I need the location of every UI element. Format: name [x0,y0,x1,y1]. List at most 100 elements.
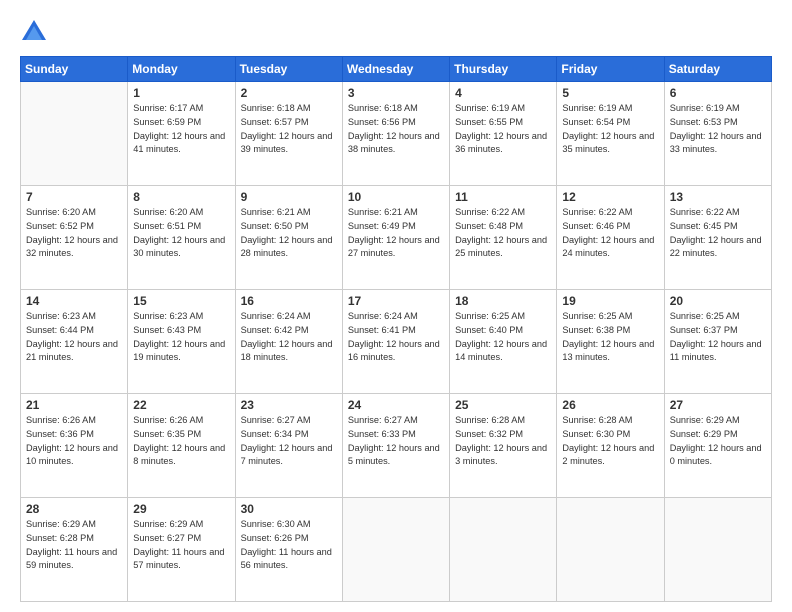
day-number: 10 [348,190,444,204]
weekday-header-monday: Monday [128,57,235,82]
day-info: Sunrise: 6:19 AMSunset: 6:53 PMDaylight:… [670,102,766,157]
calendar-cell: 7 Sunrise: 6:20 AMSunset: 6:52 PMDaylight… [21,186,128,290]
day-number: 25 [455,398,551,412]
week-row-4: 21 Sunrise: 6:26 AMSunset: 6:36 PMDayligh… [21,394,772,498]
day-info: Sunrise: 6:25 AMSunset: 6:37 PMDaylight:… [670,310,766,365]
day-number: 7 [26,190,122,204]
day-number: 30 [241,502,337,516]
day-number: 14 [26,294,122,308]
day-number: 23 [241,398,337,412]
logo [20,18,52,46]
logo-icon [20,18,48,46]
weekday-header-sunday: Sunday [21,57,128,82]
calendar-cell: 21 Sunrise: 6:26 AMSunset: 6:36 PMDayligh… [21,394,128,498]
day-info: Sunrise: 6:18 AMSunset: 6:56 PMDaylight:… [348,102,444,157]
calendar-cell [557,498,664,602]
day-info: Sunrise: 6:29 AMSunset: 6:29 PMDaylight:… [670,414,766,469]
day-number: 20 [670,294,766,308]
day-info: Sunrise: 6:27 AMSunset: 6:33 PMDaylight:… [348,414,444,469]
day-info: Sunrise: 6:22 AMSunset: 6:46 PMDaylight:… [562,206,658,261]
week-row-3: 14 Sunrise: 6:23 AMSunset: 6:44 PMDayligh… [21,290,772,394]
day-info: Sunrise: 6:19 AMSunset: 6:55 PMDaylight:… [455,102,551,157]
weekday-header-saturday: Saturday [664,57,771,82]
day-info: Sunrise: 6:28 AMSunset: 6:32 PMDaylight:… [455,414,551,469]
day-info: Sunrise: 6:28 AMSunset: 6:30 PMDaylight:… [562,414,658,469]
calendar: SundayMondayTuesdayWednesdayThursdayFrid… [20,56,772,602]
day-number: 12 [562,190,658,204]
day-number: 11 [455,190,551,204]
day-info: Sunrise: 6:18 AMSunset: 6:57 PMDaylight:… [241,102,337,157]
calendar-cell: 17Sunrise: 6:24 AMSunset: 6:41 PMDayligh… [342,290,449,394]
day-info: Sunrise: 6:20 AMSunset: 6:51 PMDaylight:… [133,206,229,261]
calendar-cell: 9 Sunrise: 6:21 AMSunset: 6:50 PMDaylight… [235,186,342,290]
weekday-header-row: SundayMondayTuesdayWednesdayThursdayFrid… [21,57,772,82]
day-number: 15 [133,294,229,308]
calendar-cell: 28 Sunrise: 6:29 AMSunset: 6:28 PMDayligh… [21,498,128,602]
calendar-cell: 8 Sunrise: 6:20 AMSunset: 6:51 PMDaylight… [128,186,235,290]
day-info: Sunrise: 6:30 AMSunset: 6:26 PMDaylight:… [241,518,337,573]
calendar-cell: 19 Sunrise: 6:25 AMSunset: 6:38 PMDayligh… [557,290,664,394]
day-info: Sunrise: 6:26 AMSunset: 6:36 PMDaylight:… [26,414,122,469]
calendar-cell: 6 Sunrise: 6:19 AMSunset: 6:53 PMDaylight… [664,82,771,186]
day-info: Sunrise: 6:29 AMSunset: 6:28 PMDaylight:… [26,518,122,573]
calendar-cell: 25 Sunrise: 6:28 AMSunset: 6:32 PMDayligh… [450,394,557,498]
day-info: Sunrise: 6:20 AMSunset: 6:52 PMDaylight:… [26,206,122,261]
calendar-cell: 15Sunrise: 6:23 AMSunset: 6:43 PMDayligh… [128,290,235,394]
calendar-cell: 18 Sunrise: 6:25 AMSunset: 6:40 PMDayligh… [450,290,557,394]
weekday-header-tuesday: Tuesday [235,57,342,82]
calendar-cell: 20 Sunrise: 6:25 AMSunset: 6:37 PMDayligh… [664,290,771,394]
week-row-2: 7 Sunrise: 6:20 AMSunset: 6:52 PMDaylight… [21,186,772,290]
day-number: 3 [348,86,444,100]
day-info: Sunrise: 6:19 AMSunset: 6:54 PMDaylight:… [562,102,658,157]
week-row-5: 28 Sunrise: 6:29 AMSunset: 6:28 PMDayligh… [21,498,772,602]
weekday-header-thursday: Thursday [450,57,557,82]
calendar-cell: 10Sunrise: 6:21 AMSunset: 6:49 PMDayligh… [342,186,449,290]
day-number: 8 [133,190,229,204]
calendar-cell: 30 Sunrise: 6:30 AMSunset: 6:26 PMDayligh… [235,498,342,602]
day-info: Sunrise: 6:25 AMSunset: 6:38 PMDaylight:… [562,310,658,365]
calendar-cell: 13Sunrise: 6:22 AMSunset: 6:45 PMDayligh… [664,186,771,290]
day-number: 17 [348,294,444,308]
calendar-cell: 1Sunrise: 6:17 AMSunset: 6:59 PMDaylight… [128,82,235,186]
week-row-1: 1Sunrise: 6:17 AMSunset: 6:59 PMDaylight… [21,82,772,186]
calendar-cell [21,82,128,186]
calendar-cell: 5Sunrise: 6:19 AMSunset: 6:54 PMDaylight… [557,82,664,186]
calendar-cell [342,498,449,602]
calendar-cell: 23Sunrise: 6:27 AMSunset: 6:34 PMDayligh… [235,394,342,498]
calendar-cell: 14 Sunrise: 6:23 AMSunset: 6:44 PMDayligh… [21,290,128,394]
day-number: 9 [241,190,337,204]
day-number: 29 [133,502,229,516]
day-info: Sunrise: 6:25 AMSunset: 6:40 PMDaylight:… [455,310,551,365]
day-info: Sunrise: 6:24 AMSunset: 6:42 PMDaylight:… [241,310,337,365]
calendar-cell: 4 Sunrise: 6:19 AMSunset: 6:55 PMDaylight… [450,82,557,186]
weekday-header-wednesday: Wednesday [342,57,449,82]
calendar-cell: 26 Sunrise: 6:28 AMSunset: 6:30 PMDayligh… [557,394,664,498]
calendar-cell [450,498,557,602]
page-header [20,18,772,46]
calendar-cell: 29 Sunrise: 6:29 AMSunset: 6:27 PMDayligh… [128,498,235,602]
day-info: Sunrise: 6:23 AMSunset: 6:44 PMDaylight:… [26,310,122,365]
calendar-cell [664,498,771,602]
calendar-cell: 2 Sunrise: 6:18 AMSunset: 6:57 PMDaylight… [235,82,342,186]
day-number: 18 [455,294,551,308]
calendar-cell: 11Sunrise: 6:22 AMSunset: 6:48 PMDayligh… [450,186,557,290]
calendar-cell: 22Sunrise: 6:26 AMSunset: 6:35 PMDayligh… [128,394,235,498]
calendar-cell: 27 Sunrise: 6:29 AMSunset: 6:29 PMDayligh… [664,394,771,498]
day-number: 4 [455,86,551,100]
day-info: Sunrise: 6:21 AMSunset: 6:50 PMDaylight:… [241,206,337,261]
day-number: 21 [26,398,122,412]
calendar-cell: 24 Sunrise: 6:27 AMSunset: 6:33 PMDayligh… [342,394,449,498]
day-number: 28 [26,502,122,516]
day-number: 6 [670,86,766,100]
day-info: Sunrise: 6:29 AMSunset: 6:27 PMDaylight:… [133,518,229,573]
day-info: Sunrise: 6:22 AMSunset: 6:45 PMDaylight:… [670,206,766,261]
day-number: 24 [348,398,444,412]
day-number: 16 [241,294,337,308]
day-info: Sunrise: 6:26 AMSunset: 6:35 PMDaylight:… [133,414,229,469]
day-number: 26 [562,398,658,412]
day-number: 2 [241,86,337,100]
day-number: 19 [562,294,658,308]
calendar-cell: 12 Sunrise: 6:22 AMSunset: 6:46 PMDayligh… [557,186,664,290]
day-number: 27 [670,398,766,412]
day-info: Sunrise: 6:17 AMSunset: 6:59 PMDaylight:… [133,102,229,157]
